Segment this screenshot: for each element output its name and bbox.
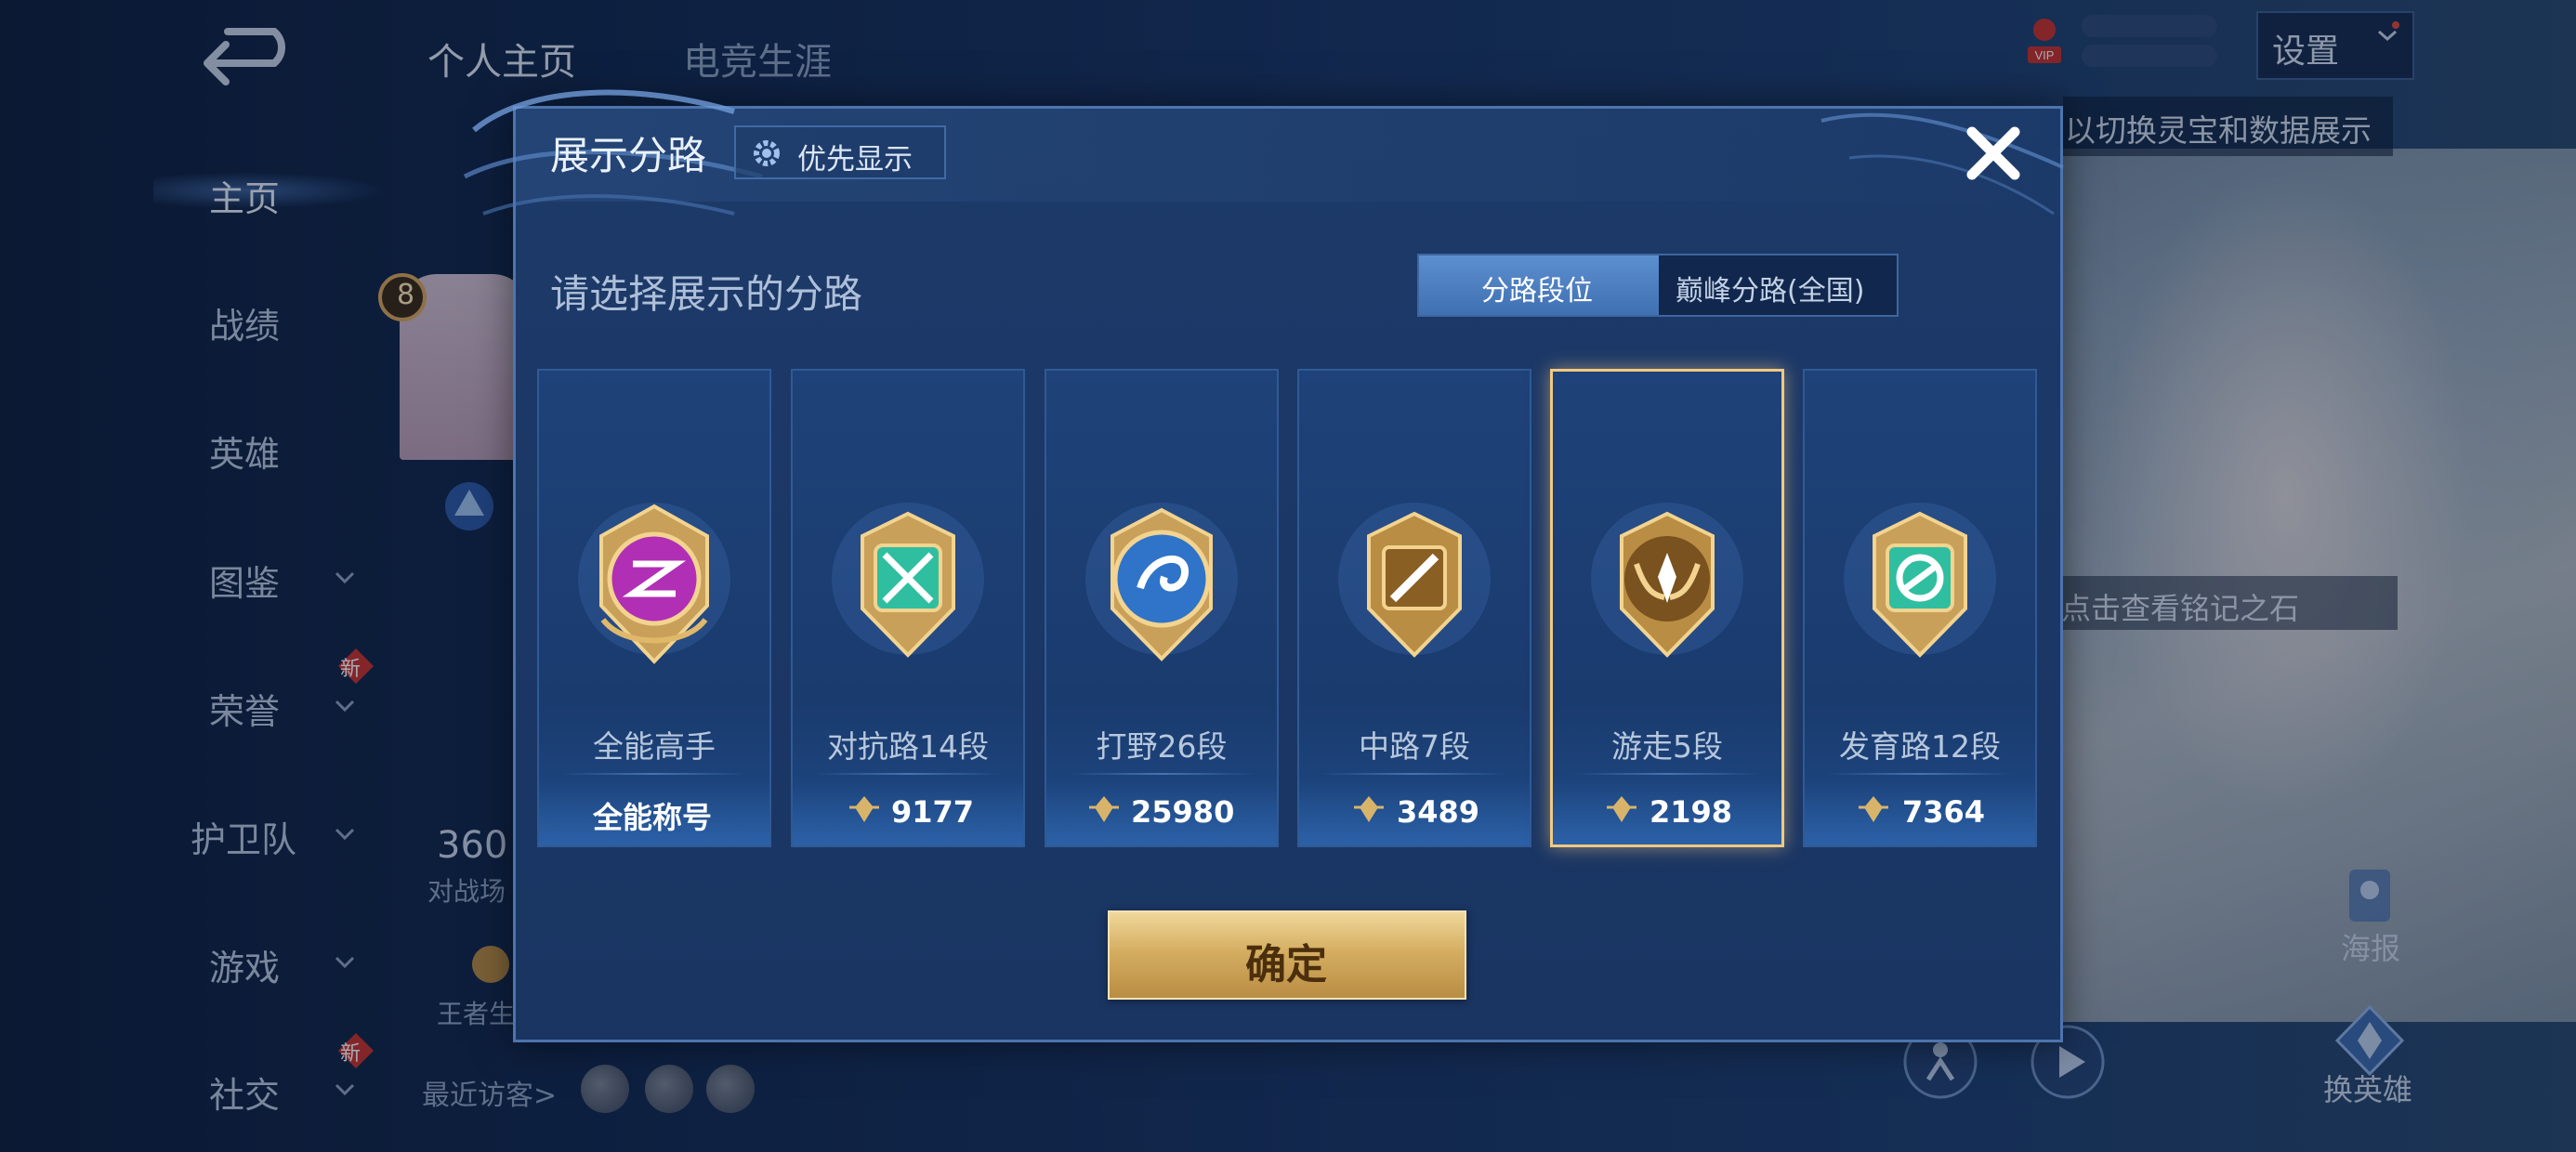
toggle-option-peak-lane[interactable]: 巅峰分路(全国) xyxy=(1676,268,1864,308)
card-divider xyxy=(1321,773,1507,775)
allround-emblem-icon xyxy=(578,503,730,664)
card-divider xyxy=(1069,773,1255,775)
card-divider xyxy=(1827,773,2013,775)
card-divider xyxy=(815,773,1001,775)
peak-score-icon xyxy=(1859,796,1888,822)
roam-emblem-icon xyxy=(1591,503,1743,658)
lane-card-value: 2198 xyxy=(1649,794,1733,830)
confirm-button-label: 确定 xyxy=(1245,941,1327,988)
peak-score-icon xyxy=(1607,796,1636,822)
jungle-emblem-icon xyxy=(1085,503,1238,661)
lane-card-value: 7364 xyxy=(1902,794,1986,830)
peak-score-icon xyxy=(1354,796,1384,822)
lane-card-value: 3489 xyxy=(1397,794,1480,830)
clash-lane-emblem-icon xyxy=(832,503,984,658)
lane-card-value: 全能称号 xyxy=(593,800,713,835)
dialog-subtitle: 请选择展示的分路 xyxy=(550,271,863,317)
card-divider xyxy=(1574,773,1760,775)
lane-card-name: 游走5段 xyxy=(1611,728,1723,765)
dialog-title: 展示分路 xyxy=(550,133,707,178)
close-icon[interactable] xyxy=(1961,121,2026,186)
cloud-ornament-right xyxy=(1820,112,2064,216)
priority-display-label: 优先显示 xyxy=(797,143,913,177)
gear-icon xyxy=(754,140,780,166)
lane-card-name: 打野26段 xyxy=(1096,728,1228,765)
lane-card-value: 9177 xyxy=(891,794,975,830)
lane-card-name: 中路7段 xyxy=(1359,728,1470,765)
peak-score-icon xyxy=(849,796,879,822)
farm-lane-emblem-icon xyxy=(1844,503,1996,658)
lane-card-name: 发育路12段 xyxy=(1839,728,2001,765)
peak-score-icon xyxy=(1089,796,1119,822)
card-divider xyxy=(561,773,747,775)
mid-lane-emblem-icon xyxy=(1338,503,1491,658)
lane-card-name: 全能高手 xyxy=(593,728,716,765)
lane-card-value: 25980 xyxy=(1131,794,1235,830)
lane-card-name: 对抗路14段 xyxy=(827,728,989,765)
toggle-option-lane-rank-label: 分路段位 xyxy=(1481,275,1593,308)
